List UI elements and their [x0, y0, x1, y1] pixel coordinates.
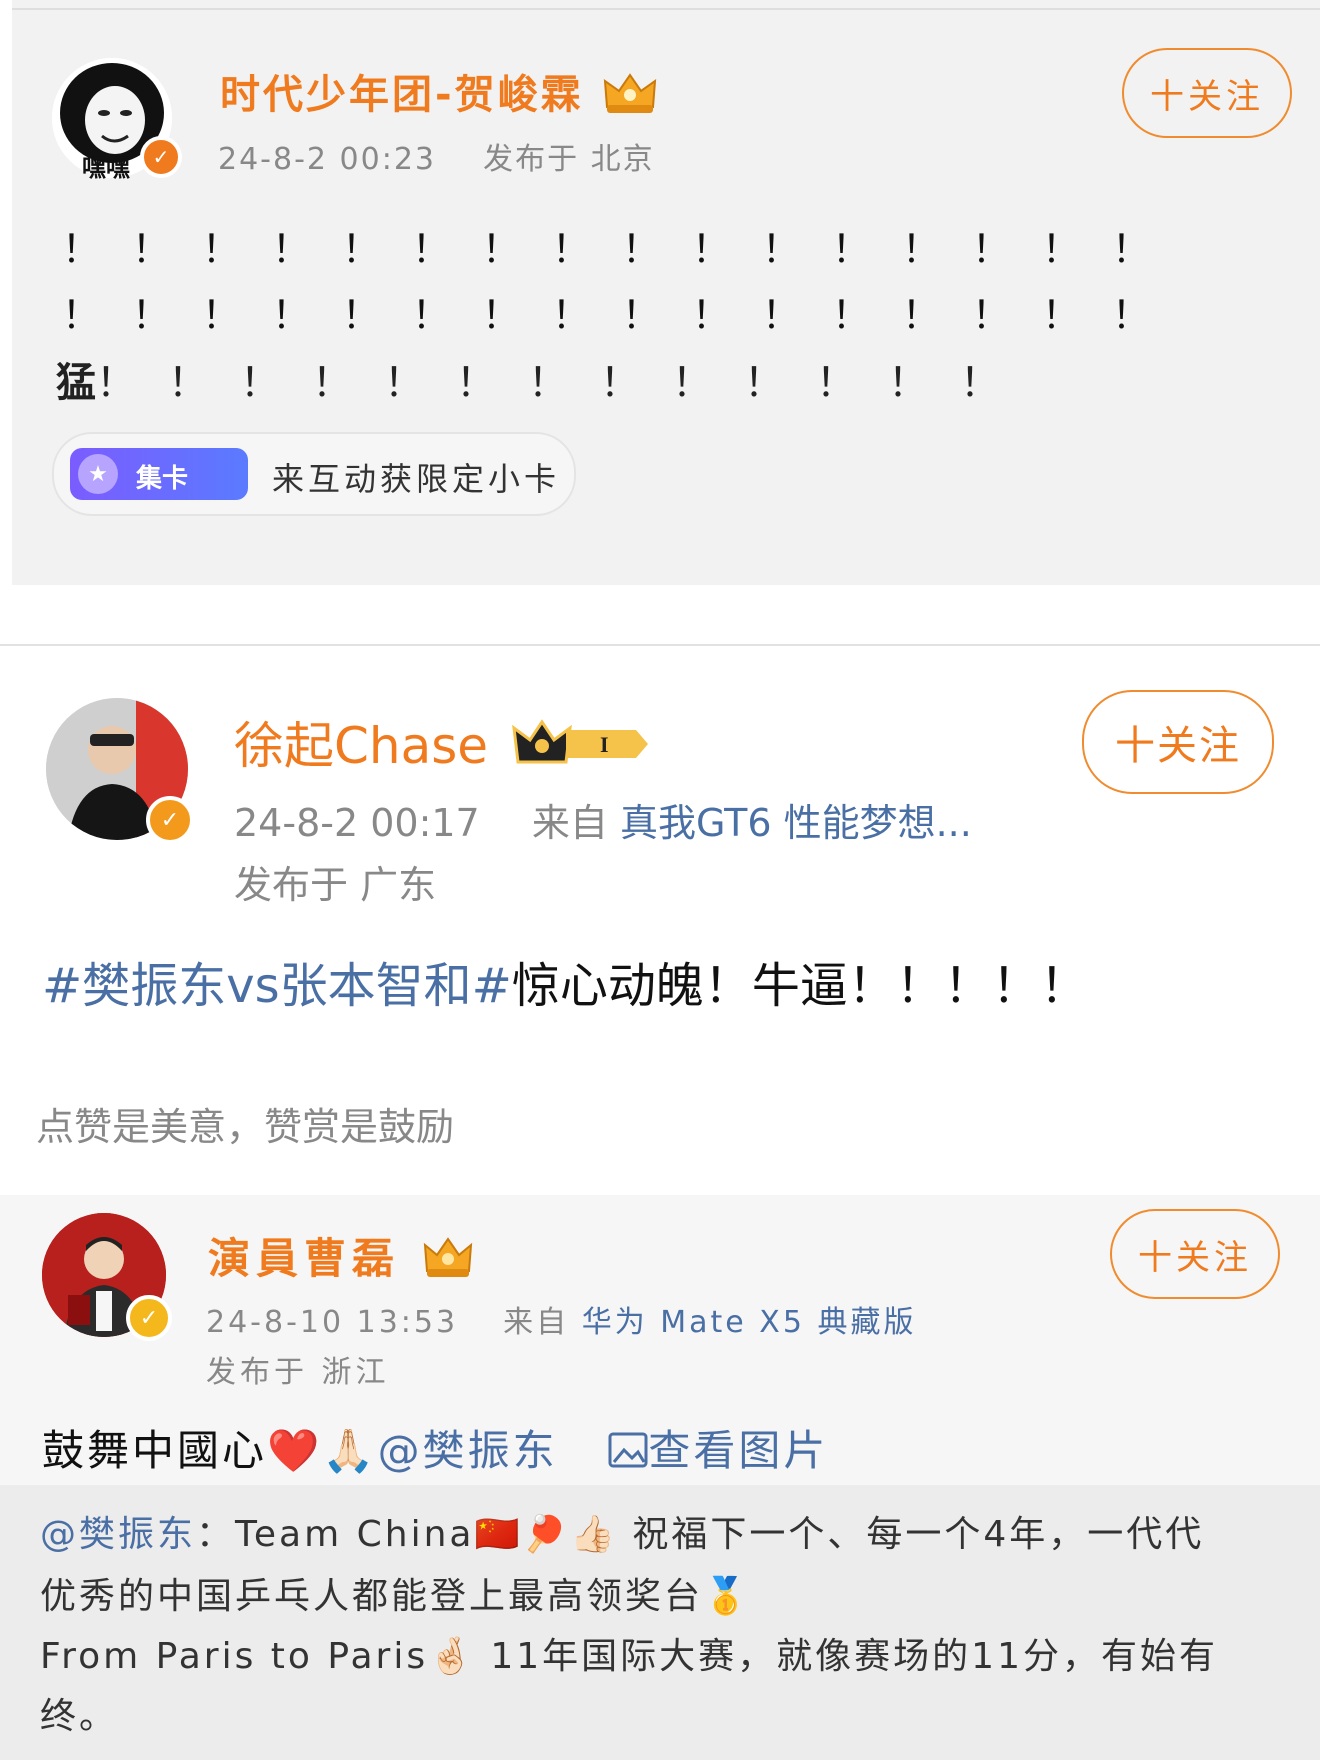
- post-meta: 24-8-10 13:53 来自 华为 Mate X5 典藏版: [206, 1305, 917, 1340]
- collect-card-chip[interactable]: ★ 集卡 来互动获限定小卡: [52, 432, 576, 516]
- crown-icon: [421, 1235, 475, 1289]
- collect-card-text: 来互动获限定小卡: [272, 460, 561, 498]
- post-location: 发布于 北京: [483, 142, 655, 177]
- post-content: 鼓舞中國心❤️🙏🏻@樊振东 查看图片: [42, 1417, 828, 1478]
- mention-link[interactable]: @樊振东: [378, 1426, 558, 1475]
- quoted-post[interactable]: @樊振东：Team China🇨🇳🏓👍🏻 祝福下一个、每一个4年，一代代 优秀的…: [0, 1485, 1320, 1760]
- verified-icon: ✓: [146, 796, 194, 844]
- follow-button[interactable]: 十关注: [1082, 690, 1274, 794]
- vip-level-badge: I: [512, 718, 652, 782]
- follow-button[interactable]: 十关注: [1110, 1209, 1280, 1299]
- post-time: 24-8-2 00:23: [218, 142, 436, 177]
- post-time: 24-8-2 00:17: [234, 801, 480, 845]
- post-time: 24-8-10 13:53: [206, 1305, 459, 1340]
- mention-link[interactable]: @樊振东: [40, 1514, 196, 1555]
- author-name[interactable]: 演員曹磊: [208, 1225, 475, 1289]
- verified-icon: ✓: [126, 1295, 172, 1341]
- post-card-1: 嘿嘿 ✓ 时代少年团-贺峻霖 24-8-2 00:23 发布于 北京 十关注 ！…: [12, 0, 1320, 585]
- avatar-caption: 嘿嘿: [82, 154, 130, 182]
- follow-button[interactable]: 十关注: [1122, 48, 1292, 138]
- divider: [0, 644, 1320, 646]
- post-meta: 24-8-2 00:17 来自 真我GT6 性能梦想...: [234, 801, 972, 845]
- reward-prompt: 点赞是美意，赞赏是鼓励: [36, 1105, 455, 1149]
- quote-line: @樊振东：Team China🇨🇳🏓👍🏻 祝福下一个、每一个4年，一代代: [40, 1514, 1205, 1555]
- post-location: 发布于 浙江: [206, 1355, 390, 1390]
- post-source-link[interactable]: 真我GT6 性能梦想...: [620, 801, 972, 845]
- quote-line: From Paris to Paris🤞🏻 11年国际大赛，就像赛场的11分，有…: [40, 1636, 1218, 1677]
- post-content-line-2: ！！！！！！！！！！！！！！！！: [62, 293, 1183, 337]
- post-content-line-3: 猛！！！！！！！！！！！！！: [56, 359, 1032, 406]
- post-meta: 24-8-2 00:23 发布于 北京: [218, 134, 655, 178]
- hashtag-link[interactable]: #樊振东vs张本智和#: [42, 958, 512, 1014]
- collect-card-tag: ★ 集卡: [70, 448, 248, 500]
- post-content-line-1: ！！！！！！！！！！！！！！！！: [62, 227, 1183, 271]
- post-location: 发布于 广东: [234, 863, 437, 907]
- post-content: #樊振东vs张本智和#惊心动魄！牛逼！！！！！: [42, 958, 1088, 1014]
- post-card-2: ✓ 徐起Chase I 24-8-2 00:17 来自 真我GT6 性能梦想..…: [0, 640, 1320, 1195]
- verified-icon: ✓: [140, 136, 182, 178]
- quote-line: 终。: [40, 1696, 119, 1737]
- author-name[interactable]: 徐起Chase I: [234, 706, 652, 782]
- star-icon: ★: [78, 454, 118, 494]
- image-icon: [608, 1429, 648, 1478]
- post-card-3: ✓ 演員曹磊 24-8-10 13:53 来自 华为 Mate X5 典藏版 发…: [0, 1195, 1320, 1760]
- quote-line: 优秀的中国乒乓人都能登上最高领奖台🥇: [40, 1576, 751, 1617]
- author-name[interactable]: 时代少年团-贺峻霖: [220, 62, 659, 125]
- post-source-link[interactable]: 华为 Mate X5 典藏版: [582, 1305, 917, 1340]
- view-image-link[interactable]: 查看图片: [608, 1426, 828, 1475]
- svg-text:I: I: [600, 732, 609, 757]
- crown-icon: [601, 69, 659, 125]
- divider: [12, 8, 1320, 10]
